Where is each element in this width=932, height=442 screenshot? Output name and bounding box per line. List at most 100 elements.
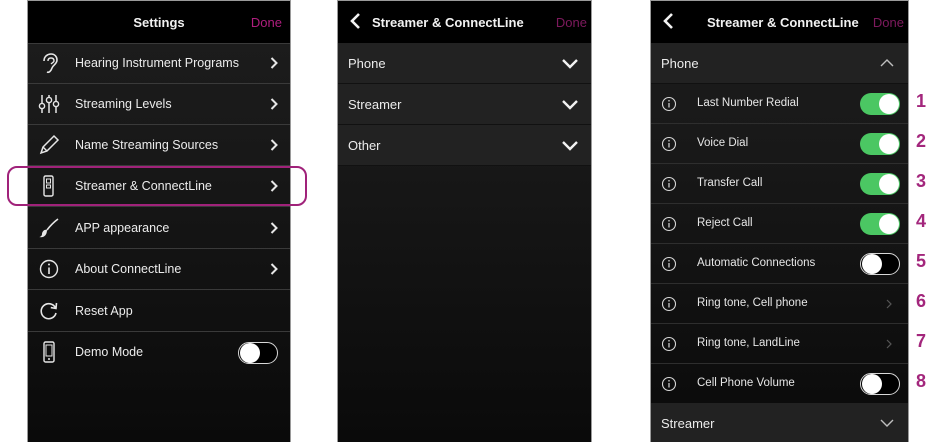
info-icon[interactable] <box>661 376 677 392</box>
info-icon <box>39 259 59 279</box>
option-toggle[interactable] <box>860 173 900 195</box>
settings-item-streaming-levels[interactable]: Streaming Levels <box>28 84 290 125</box>
highlight-callout <box>7 166 307 206</box>
settings-item-name-sources[interactable]: Name Streaming Sources <box>28 125 290 166</box>
info-icon[interactable] <box>661 136 677 152</box>
section-label: Streamer <box>348 97 402 112</box>
settings-item-about[interactable]: About ConnectLine <box>28 249 290 290</box>
settings-item-label: Name Streaming Sources <box>75 138 219 152</box>
toggle-knob <box>879 134 899 154</box>
option-label: Cell Phone Volume <box>697 377 795 389</box>
ear-icon <box>43 53 58 74</box>
chevron-right-icon <box>270 139 278 151</box>
back-chevron-icon[interactable] <box>348 12 364 30</box>
settings-item-label: APP appearance <box>75 221 170 235</box>
phone-option-row: Cell Phone Volume <box>651 364 908 404</box>
chevron-right-icon <box>270 57 278 69</box>
option-label: Ring tone, Cell phone <box>697 297 808 309</box>
demo-mode-toggle[interactable] <box>238 342 278 364</box>
toggle-knob <box>862 374 882 394</box>
done-button[interactable]: Done <box>556 15 587 30</box>
option-label: Last Number Redial <box>697 97 799 109</box>
chevron-right-icon <box>270 98 278 110</box>
section-other[interactable]: Other <box>338 125 591 166</box>
chevron-right-icon <box>886 299 892 309</box>
option-label: Voice Dial <box>697 137 749 149</box>
settings-nav-bar: Settings Done <box>28 1 290 44</box>
annotation-number: 6 <box>916 291 927 311</box>
settings-item-reset-app[interactable]: Reset App <box>28 291 290 332</box>
option-toggle[interactable] <box>860 373 900 395</box>
section-streamer[interactable]: Streamer <box>651 403 908 442</box>
phone-option-row: Reject Call <box>651 204 908 244</box>
annotation-number: 8 <box>916 371 927 391</box>
chevron-down-icon <box>880 419 894 427</box>
section-label: Streamer <box>661 416 715 431</box>
settings-screen: Settings Done Hearing Instrument Program… <box>27 0 291 442</box>
chevron-down-icon <box>562 100 578 110</box>
section-phone[interactable]: Phone <box>338 43 591 84</box>
settings-item-label: Streaming Levels <box>75 97 172 111</box>
paintbrush-icon <box>39 218 59 238</box>
done-button[interactable]: Done <box>251 15 282 30</box>
annotation-number: 4 <box>916 211 927 231</box>
chevron-right-icon <box>270 222 278 234</box>
info-icon[interactable] <box>661 256 677 272</box>
phone-option-row: Automatic Connections <box>651 244 908 284</box>
phone-option-row[interactable]: Ring tone, LandLine <box>651 324 908 364</box>
option-label: Automatic Connections <box>697 257 816 269</box>
streamer-title: Streamer & ConnectLine <box>372 15 524 30</box>
toggle-knob <box>879 214 899 234</box>
back-chevron-icon[interactable] <box>661 12 677 30</box>
section-label: Other <box>348 138 381 153</box>
option-label: Transfer Call <box>697 177 763 189</box>
info-icon[interactable] <box>661 96 677 112</box>
annotation-number: 2 <box>916 131 927 151</box>
option-toggle[interactable] <box>860 253 900 275</box>
settings-item-app-appearance[interactable]: APP appearance <box>28 208 290 249</box>
annotation-number: 1 <box>916 91 927 111</box>
chevron-up-icon <box>880 59 894 67</box>
toggle-knob <box>879 94 899 114</box>
info-icon[interactable] <box>661 176 677 192</box>
chevron-right-icon <box>270 263 278 275</box>
chevron-right-icon <box>886 339 892 349</box>
option-label: Reject Call <box>697 217 753 229</box>
option-toggle[interactable] <box>860 213 900 235</box>
chevron-down-icon <box>562 59 578 69</box>
info-icon[interactable] <box>661 336 677 352</box>
settings-item-label: Reset App <box>75 304 133 318</box>
annotation-number: 3 <box>916 171 927 191</box>
toggle-knob <box>879 174 899 194</box>
sliders-icon <box>38 95 60 113</box>
phone-nav-bar: Streamer & ConnectLine Done <box>651 1 908 44</box>
streamer-nav-bar: Streamer & ConnectLine Done <box>338 1 591 44</box>
option-toggle[interactable] <box>860 93 900 115</box>
phone-option-row: Last Number Redial <box>651 84 908 124</box>
phone-option-row: Voice Dial <box>651 124 908 164</box>
phone-settings-screen: Streamer & ConnectLine Done Phone Last N… <box>650 0 909 442</box>
phone-title: Streamer & ConnectLine <box>707 15 859 30</box>
section-phone[interactable]: Phone <box>651 43 908 84</box>
refresh-icon <box>40 302 58 320</box>
done-button[interactable]: Done <box>873 15 904 30</box>
settings-item-demo-mode: Demo Mode <box>28 332 290 373</box>
phone-option-row: Transfer Call <box>651 164 908 204</box>
settings-item-hearing-programs[interactable]: Hearing Instrument Programs <box>28 43 290 84</box>
pencil-icon <box>39 134 60 155</box>
section-label: Phone <box>661 56 699 71</box>
phone-device-icon <box>43 341 55 363</box>
settings-item-label: Demo Mode <box>75 345 144 359</box>
option-toggle[interactable] <box>860 133 900 155</box>
info-icon[interactable] <box>661 216 677 232</box>
streamer-connectline-screen: Streamer & ConnectLine Done Phone Stream… <box>337 0 592 442</box>
section-streamer[interactable]: Streamer <box>338 84 591 125</box>
info-icon[interactable] <box>661 296 677 312</box>
option-label: Ring tone, LandLine <box>697 337 800 349</box>
settings-item-label: About ConnectLine <box>75 262 182 276</box>
toggle-knob <box>862 254 882 274</box>
toggle-knob <box>240 343 260 363</box>
annotation-number: 5 <box>916 251 927 271</box>
annotation-number: 7 <box>916 331 927 351</box>
phone-option-row[interactable]: Ring tone, Cell phone <box>651 284 908 324</box>
